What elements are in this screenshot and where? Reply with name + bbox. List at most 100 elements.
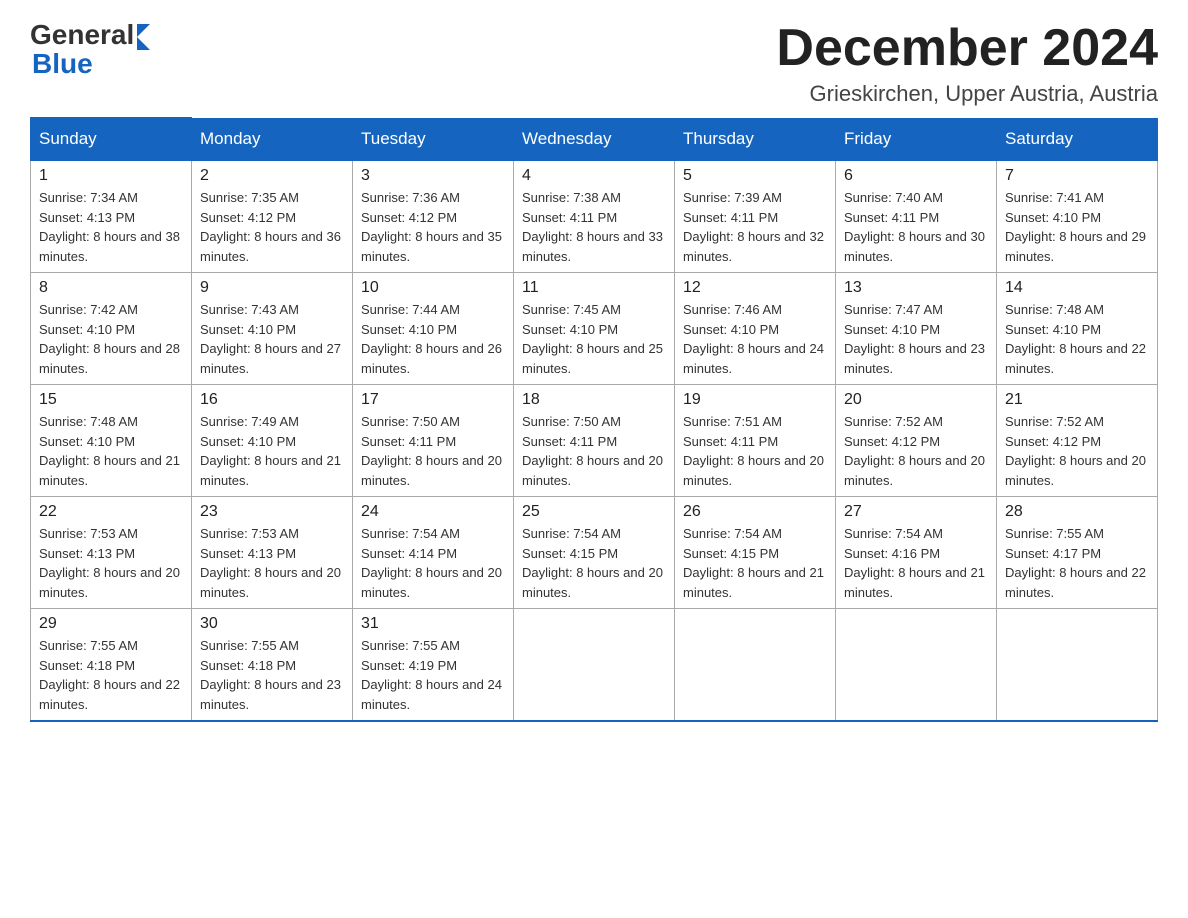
weekday-header: Tuesday — [353, 118, 514, 160]
day-number: 23 — [200, 503, 344, 521]
calendar-week-row: 22 Sunrise: 7:53 AMSunset: 4:13 PMDaylig… — [31, 497, 1158, 609]
logo: General Blue — [30, 20, 150, 78]
calendar-cell: 27 Sunrise: 7:54 AMSunset: 4:16 PMDaylig… — [836, 497, 997, 609]
calendar-cell: 24 Sunrise: 7:54 AMSunset: 4:14 PMDaylig… — [353, 497, 514, 609]
location-title: Grieskirchen, Upper Austria, Austria — [776, 81, 1158, 107]
calendar-week-row: 15 Sunrise: 7:48 AMSunset: 4:10 PMDaylig… — [31, 385, 1158, 497]
day-number: 16 — [200, 391, 344, 409]
day-number: 17 — [361, 391, 505, 409]
calendar-cell: 4 Sunrise: 7:38 AMSunset: 4:11 PMDayligh… — [514, 160, 675, 273]
logo-blue-text: Blue — [32, 50, 150, 78]
day-number: 8 — [39, 279, 183, 297]
day-number: 21 — [1005, 391, 1149, 409]
calendar-cell: 28 Sunrise: 7:55 AMSunset: 4:17 PMDaylig… — [997, 497, 1158, 609]
day-number: 7 — [1005, 167, 1149, 185]
day-info: Sunrise: 7:48 AMSunset: 4:10 PMDaylight:… — [39, 412, 183, 490]
weekday-header: Saturday — [997, 118, 1158, 160]
day-info: Sunrise: 7:42 AMSunset: 4:10 PMDaylight:… — [39, 300, 183, 378]
calendar-cell — [836, 609, 997, 722]
day-number: 31 — [361, 615, 505, 633]
day-number: 19 — [683, 391, 827, 409]
day-info: Sunrise: 7:50 AMSunset: 4:11 PMDaylight:… — [361, 412, 505, 490]
page-header: General Blue December 2024 Grieskirchen,… — [30, 20, 1158, 107]
calendar-cell: 25 Sunrise: 7:54 AMSunset: 4:15 PMDaylig… — [514, 497, 675, 609]
day-info: Sunrise: 7:54 AMSunset: 4:15 PMDaylight:… — [522, 524, 666, 602]
calendar-week-row: 8 Sunrise: 7:42 AMSunset: 4:10 PMDayligh… — [31, 273, 1158, 385]
day-info: Sunrise: 7:40 AMSunset: 4:11 PMDaylight:… — [844, 188, 988, 266]
day-info: Sunrise: 7:41 AMSunset: 4:10 PMDaylight:… — [1005, 188, 1149, 266]
calendar-week-row: 29 Sunrise: 7:55 AMSunset: 4:18 PMDaylig… — [31, 609, 1158, 722]
calendar-cell: 1 Sunrise: 7:34 AMSunset: 4:13 PMDayligh… — [31, 160, 192, 273]
day-info: Sunrise: 7:54 AMSunset: 4:15 PMDaylight:… — [683, 524, 827, 602]
day-number: 25 — [522, 503, 666, 521]
day-number: 5 — [683, 167, 827, 185]
day-info: Sunrise: 7:50 AMSunset: 4:11 PMDaylight:… — [522, 412, 666, 490]
day-number: 14 — [1005, 279, 1149, 297]
calendar-cell: 16 Sunrise: 7:49 AMSunset: 4:10 PMDaylig… — [192, 385, 353, 497]
weekday-header: Sunday — [31, 118, 192, 160]
weekday-header: Friday — [836, 118, 997, 160]
day-number: 24 — [361, 503, 505, 521]
calendar-cell: 20 Sunrise: 7:52 AMSunset: 4:12 PMDaylig… — [836, 385, 997, 497]
day-info: Sunrise: 7:36 AMSunset: 4:12 PMDaylight:… — [361, 188, 505, 266]
day-info: Sunrise: 7:52 AMSunset: 4:12 PMDaylight:… — [1005, 412, 1149, 490]
day-info: Sunrise: 7:34 AMSunset: 4:13 PMDaylight:… — [39, 188, 183, 266]
calendar-cell: 14 Sunrise: 7:48 AMSunset: 4:10 PMDaylig… — [997, 273, 1158, 385]
calendar-cell: 19 Sunrise: 7:51 AMSunset: 4:11 PMDaylig… — [675, 385, 836, 497]
calendar-cell — [997, 609, 1158, 722]
day-number: 12 — [683, 279, 827, 297]
day-number: 30 — [200, 615, 344, 633]
weekday-header-row: SundayMondayTuesdayWednesdayThursdayFrid… — [31, 118, 1158, 160]
calendar-cell: 8 Sunrise: 7:42 AMSunset: 4:10 PMDayligh… — [31, 273, 192, 385]
weekday-header: Wednesday — [514, 118, 675, 160]
calendar-cell: 15 Sunrise: 7:48 AMSunset: 4:10 PMDaylig… — [31, 385, 192, 497]
logo-general-text: General — [30, 21, 134, 49]
calendar-cell: 22 Sunrise: 7:53 AMSunset: 4:13 PMDaylig… — [31, 497, 192, 609]
calendar-cell: 11 Sunrise: 7:45 AMSunset: 4:10 PMDaylig… — [514, 273, 675, 385]
calendar-cell: 5 Sunrise: 7:39 AMSunset: 4:11 PMDayligh… — [675, 160, 836, 273]
day-number: 22 — [39, 503, 183, 521]
day-info: Sunrise: 7:38 AMSunset: 4:11 PMDaylight:… — [522, 188, 666, 266]
day-number: 10 — [361, 279, 505, 297]
calendar-cell: 26 Sunrise: 7:54 AMSunset: 4:15 PMDaylig… — [675, 497, 836, 609]
day-number: 27 — [844, 503, 988, 521]
day-info: Sunrise: 7:54 AMSunset: 4:16 PMDaylight:… — [844, 524, 988, 602]
title-block: December 2024 Grieskirchen, Upper Austri… — [776, 20, 1158, 107]
day-info: Sunrise: 7:47 AMSunset: 4:10 PMDaylight:… — [844, 300, 988, 378]
calendar-cell: 17 Sunrise: 7:50 AMSunset: 4:11 PMDaylig… — [353, 385, 514, 497]
calendar-cell: 2 Sunrise: 7:35 AMSunset: 4:12 PMDayligh… — [192, 160, 353, 273]
day-info: Sunrise: 7:55 AMSunset: 4:17 PMDaylight:… — [1005, 524, 1149, 602]
calendar-cell: 29 Sunrise: 7:55 AMSunset: 4:18 PMDaylig… — [31, 609, 192, 722]
calendar-cell: 18 Sunrise: 7:50 AMSunset: 4:11 PMDaylig… — [514, 385, 675, 497]
day-number: 3 — [361, 167, 505, 185]
calendar-cell — [675, 609, 836, 722]
day-info: Sunrise: 7:49 AMSunset: 4:10 PMDaylight:… — [200, 412, 344, 490]
calendar-cell: 3 Sunrise: 7:36 AMSunset: 4:12 PMDayligh… — [353, 160, 514, 273]
day-number: 26 — [683, 503, 827, 521]
day-number: 29 — [39, 615, 183, 633]
day-info: Sunrise: 7:53 AMSunset: 4:13 PMDaylight:… — [39, 524, 183, 602]
calendar-cell: 12 Sunrise: 7:46 AMSunset: 4:10 PMDaylig… — [675, 273, 836, 385]
day-info: Sunrise: 7:43 AMSunset: 4:10 PMDaylight:… — [200, 300, 344, 378]
day-number: 1 — [39, 167, 183, 185]
day-info: Sunrise: 7:55 AMSunset: 4:19 PMDaylight:… — [361, 636, 505, 714]
day-number: 15 — [39, 391, 183, 409]
day-number: 18 — [522, 391, 666, 409]
day-info: Sunrise: 7:55 AMSunset: 4:18 PMDaylight:… — [200, 636, 344, 714]
day-number: 13 — [844, 279, 988, 297]
day-info: Sunrise: 7:51 AMSunset: 4:11 PMDaylight:… — [683, 412, 827, 490]
calendar-cell: 6 Sunrise: 7:40 AMSunset: 4:11 PMDayligh… — [836, 160, 997, 273]
calendar-cell: 13 Sunrise: 7:47 AMSunset: 4:10 PMDaylig… — [836, 273, 997, 385]
day-info: Sunrise: 7:39 AMSunset: 4:11 PMDaylight:… — [683, 188, 827, 266]
calendar-cell: 21 Sunrise: 7:52 AMSunset: 4:12 PMDaylig… — [997, 385, 1158, 497]
day-number: 28 — [1005, 503, 1149, 521]
calendar-week-row: 1 Sunrise: 7:34 AMSunset: 4:13 PMDayligh… — [31, 160, 1158, 273]
weekday-header: Thursday — [675, 118, 836, 160]
calendar-cell: 31 Sunrise: 7:55 AMSunset: 4:19 PMDaylig… — [353, 609, 514, 722]
day-info: Sunrise: 7:54 AMSunset: 4:14 PMDaylight:… — [361, 524, 505, 602]
day-info: Sunrise: 7:55 AMSunset: 4:18 PMDaylight:… — [39, 636, 183, 714]
day-info: Sunrise: 7:52 AMSunset: 4:12 PMDaylight:… — [844, 412, 988, 490]
day-info: Sunrise: 7:48 AMSunset: 4:10 PMDaylight:… — [1005, 300, 1149, 378]
calendar-cell: 30 Sunrise: 7:55 AMSunset: 4:18 PMDaylig… — [192, 609, 353, 722]
day-info: Sunrise: 7:46 AMSunset: 4:10 PMDaylight:… — [683, 300, 827, 378]
